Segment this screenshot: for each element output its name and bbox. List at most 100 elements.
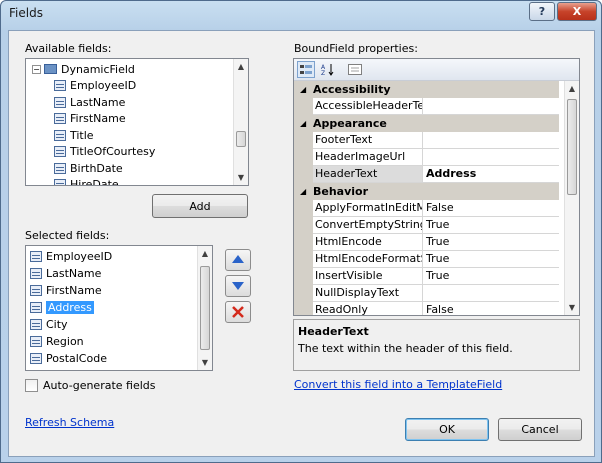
property-value[interactable] (423, 98, 559, 115)
alphabetical-view-icon[interactable]: AZ (319, 61, 337, 78)
scroll-down-arrow-icon[interactable]: ▼ (198, 355, 212, 370)
selected-field-label: City (46, 317, 68, 331)
scroll-up-arrow-icon[interactable]: ▲ (234, 59, 248, 74)
property-category[interactable]: ◢ Behavior (294, 183, 559, 200)
property-value[interactable] (423, 149, 559, 166)
field-icon (30, 284, 42, 296)
property-row[interactable]: ApplyFormatInEditModeFalse (294, 200, 559, 217)
tree-item[interactable]: Title (54, 127, 94, 143)
tree-item-label: BirthDate (70, 161, 123, 175)
tree-item[interactable]: FirstName (54, 111, 126, 127)
property-name: ApplyFormatInEditMode (313, 200, 423, 217)
scroll-down-arrow-icon[interactable]: ▼ (234, 170, 248, 185)
move-up-button[interactable] (225, 249, 251, 271)
property-value[interactable] (423, 285, 559, 302)
selected-field-item[interactable]: EmployeeID (30, 248, 112, 264)
property-row[interactable]: HeaderText Address (294, 166, 559, 183)
property-row[interactable]: HtmlEncodeFormatStringTrue (294, 251, 559, 268)
field-icon (54, 146, 66, 157)
property-name: InsertVisible (313, 268, 423, 285)
field-icon (54, 162, 66, 174)
scroll-thumb[interactable] (236, 131, 246, 147)
ok-button[interactable]: OK (405, 418, 489, 441)
svg-text:Z: Z (321, 70, 325, 76)
auto-generate-checkbox[interactable] (25, 379, 38, 392)
property-value[interactable]: True (423, 217, 559, 234)
selected-field-item[interactable]: FirstName (30, 282, 102, 298)
property-row[interactable]: HtmlEncode True (294, 234, 559, 251)
field-icon (54, 113, 66, 124)
field-icon (54, 80, 66, 91)
refresh-schema-link[interactable]: Refresh Schema (25, 416, 114, 429)
convert-template-link[interactable]: Convert this field into a TemplateField (294, 378, 502, 391)
selected-field-item[interactable]: City (30, 316, 68, 332)
add-button[interactable]: Add (152, 194, 248, 218)
selected-fields-scrollbar[interactable]: ▲ ▼ (197, 246, 212, 370)
tree-node-dynamicfield[interactable]: − DynamicField (32, 61, 135, 77)
field-icon (30, 318, 42, 330)
delete-button[interactable] (225, 301, 251, 323)
expand-toggle-icon[interactable]: ◢ (300, 183, 306, 200)
category-label: Appearance (313, 117, 387, 130)
property-row[interactable]: FooterText (294, 132, 559, 149)
tree-item[interactable]: BirthDate (54, 160, 123, 176)
property-pages-icon[interactable] (346, 61, 364, 78)
scroll-down-arrow-icon[interactable]: ▼ (565, 300, 579, 315)
selected-field-item[interactable]: LastName (30, 265, 101, 281)
property-value[interactable]: True (423, 268, 559, 285)
help-button[interactable]: ? (529, 2, 555, 21)
property-value[interactable]: False (423, 302, 559, 315)
property-category[interactable]: ◢ Appearance (294, 115, 559, 132)
selected-field-label: EmployeeID (46, 249, 113, 263)
property-row[interactable]: HeaderImageUrl (294, 149, 559, 166)
property-grid-scrollbar[interactable]: ▲ ▼ (564, 81, 579, 315)
tree-item[interactable]: EmployeeID (54, 78, 136, 94)
tree-item-label: TitleOfCourtesy (70, 145, 156, 158)
move-down-button[interactable] (225, 275, 251, 297)
tree-item[interactable]: HireDate (54, 177, 119, 186)
property-row[interactable]: AccessibleHeaderText (294, 98, 559, 115)
selected-field-item[interactable]: Region (30, 333, 84, 349)
field-icon (30, 267, 42, 279)
property-value[interactable] (423, 132, 559, 149)
expand-toggle-icon[interactable]: ◢ (300, 81, 306, 98)
categorized-view-icon[interactable] (297, 61, 315, 78)
close-button[interactable]: X (557, 2, 597, 21)
delete-x-icon (232, 306, 244, 318)
property-value[interactable]: True (423, 251, 559, 268)
tree-item[interactable]: TitleOfCourtesy (54, 144, 155, 160)
selected-fields-list[interactable]: EmployeeID LastName FirstName Address City Re… (25, 245, 213, 371)
property-row[interactable]: InsertVisible True (294, 268, 559, 285)
window-title: Fields (9, 6, 43, 20)
row-gutter (294, 251, 313, 268)
scroll-thumb[interactable] (567, 99, 577, 195)
tree-item-label: HireDate (70, 178, 119, 186)
selected-field-label: LastName (46, 266, 102, 280)
auto-generate-label: Auto-generate fields (43, 379, 156, 392)
scroll-up-arrow-icon[interactable]: ▲ (198, 246, 212, 261)
selected-field-item[interactable]: PostalCode (30, 350, 107, 366)
selected-fields-label: Selected fields: (25, 229, 110, 242)
selected-field-label: PostalCode (46, 351, 107, 365)
collapse-icon[interactable]: − (32, 64, 41, 74)
available-fields-tree[interactable]: − DynamicField EmployeeID LastName FirstName… (25, 58, 249, 186)
property-value[interactable]: False (423, 200, 559, 217)
property-value[interactable]: True (423, 234, 559, 251)
expand-toggle-icon[interactable]: ◢ (300, 115, 306, 132)
property-row[interactable]: NullDisplayText (294, 285, 559, 302)
scroll-up-arrow-icon[interactable]: ▲ (565, 81, 579, 96)
selected-field-item[interactable]: Address (30, 299, 94, 315)
property-grid[interactable]: AZ ◢ Accessibility AccessibleHeaderText ◢ Ap… (293, 58, 580, 316)
property-name: ReadOnly (313, 302, 423, 315)
scroll-thumb[interactable] (200, 266, 210, 350)
available-fields-scrollbar[interactable]: ▲ ▼ (233, 59, 248, 185)
property-row[interactable]: ReadOnly False (294, 302, 559, 315)
property-category[interactable]: ◢ Accessibility (294, 81, 559, 98)
property-row[interactable]: ConvertEmptyStringToNullTrue (294, 217, 559, 234)
property-grid-toolbar: AZ (294, 59, 579, 81)
arrow-down-icon (232, 282, 244, 290)
property-value[interactable]: Address (423, 166, 559, 183)
cancel-button[interactable]: Cancel (498, 418, 582, 441)
tree-item[interactable]: LastName (54, 94, 125, 110)
row-gutter (294, 149, 313, 166)
